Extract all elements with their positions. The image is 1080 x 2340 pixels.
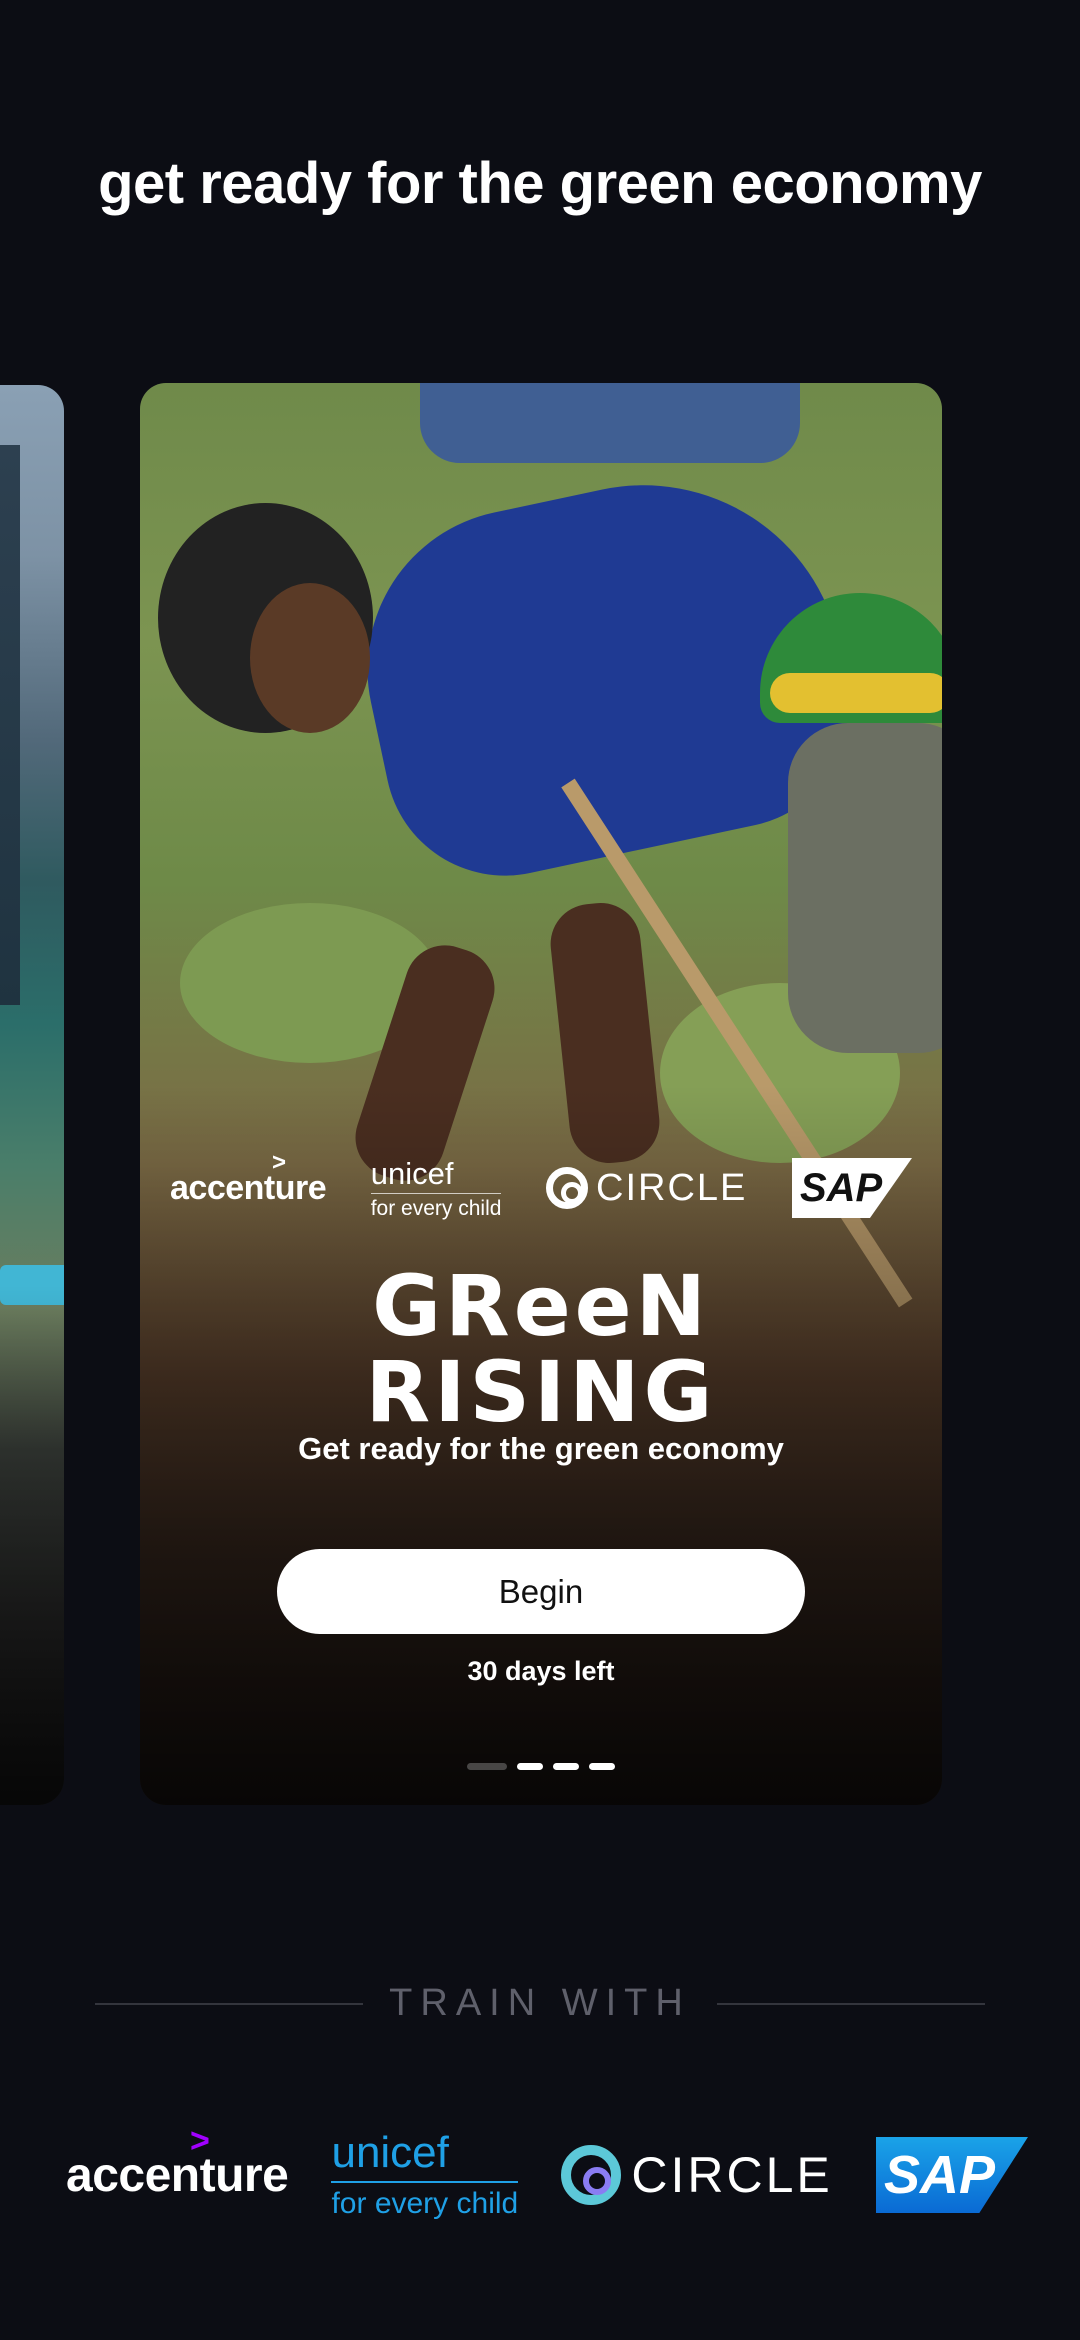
accenture-logo: > accenture xyxy=(170,1149,327,1208)
sap-wordmark: SAP xyxy=(883,2145,996,2205)
unicef-wordmark: unicef xyxy=(331,2128,449,2177)
circle-mark-icon xyxy=(561,2145,622,2205)
circle-wordmark: CIRCLE xyxy=(596,1166,748,1209)
sap-logo: SAP xyxy=(791,1158,912,1218)
brand-line-2: RISING xyxy=(365,1343,717,1441)
days-left-label: 30 days left xyxy=(467,1656,615,1686)
unicef-tagline: for every child xyxy=(331,2181,519,2219)
child xyxy=(788,723,942,1053)
accenture-caret-icon: > xyxy=(272,1148,286,1176)
brand-line-1: GReeN xyxy=(372,1257,710,1355)
green-rising-logo: GReeN RISING xyxy=(140,1263,942,1435)
sap-logo: SAP xyxy=(875,2137,1028,2213)
face xyxy=(250,583,370,733)
pagination-dot[interactable] xyxy=(553,1763,579,1770)
accenture-caret-icon: > xyxy=(190,2121,210,2160)
green-rising-card[interactable]: > accenture unicef for every child CIRCL… xyxy=(140,383,942,1805)
pagination-dots xyxy=(140,1763,942,1770)
circle-logo: CIRCLE xyxy=(561,2145,832,2205)
card-shade xyxy=(0,1285,64,1805)
previous-card[interactable] xyxy=(0,385,64,1805)
tower-image-detail xyxy=(0,445,20,1005)
circle-wordmark: CIRCLE xyxy=(631,2147,833,2203)
page-headline: get ready for the green economy xyxy=(98,151,982,216)
train-with-label: TRAIN WITH xyxy=(389,1982,691,2024)
begin-button[interactable]: Begin xyxy=(277,1549,805,1634)
child-hat-brim xyxy=(770,673,942,713)
accenture-wordmark: accenture xyxy=(170,1168,327,1207)
unicef-logo: unicef for every child xyxy=(331,2128,519,2219)
background-people xyxy=(420,383,800,463)
accenture-logo: > accenture xyxy=(66,2122,289,2203)
sap-wordmark: SAP xyxy=(799,1165,883,1210)
accenture-wordmark: accenture xyxy=(66,2148,289,2202)
unicef-wordmark: unicef xyxy=(370,1155,454,1191)
circle-mark-icon xyxy=(546,1167,589,1209)
pagination-dot[interactable] xyxy=(467,1763,507,1770)
divider-line xyxy=(716,2002,985,2005)
divider-line xyxy=(95,2002,364,2005)
pagination-dot[interactable] xyxy=(589,1763,615,1770)
card-subtitle: Get ready for the green economy xyxy=(298,1431,784,1466)
circle-logo: CIRCLE xyxy=(546,1167,747,1210)
card-partner-logos: > accenture unicef for every child CIRCL… xyxy=(140,1149,942,1223)
unicef-logo: unicef for every child xyxy=(370,1155,502,1219)
partner-logos: > accenture unicef for every child CIRCL… xyxy=(0,2120,1080,2230)
unicef-tagline: for every child xyxy=(370,1192,502,1219)
pagination-dot[interactable] xyxy=(517,1763,543,1770)
train-with-divider: TRAIN WITH xyxy=(0,1982,1080,2025)
